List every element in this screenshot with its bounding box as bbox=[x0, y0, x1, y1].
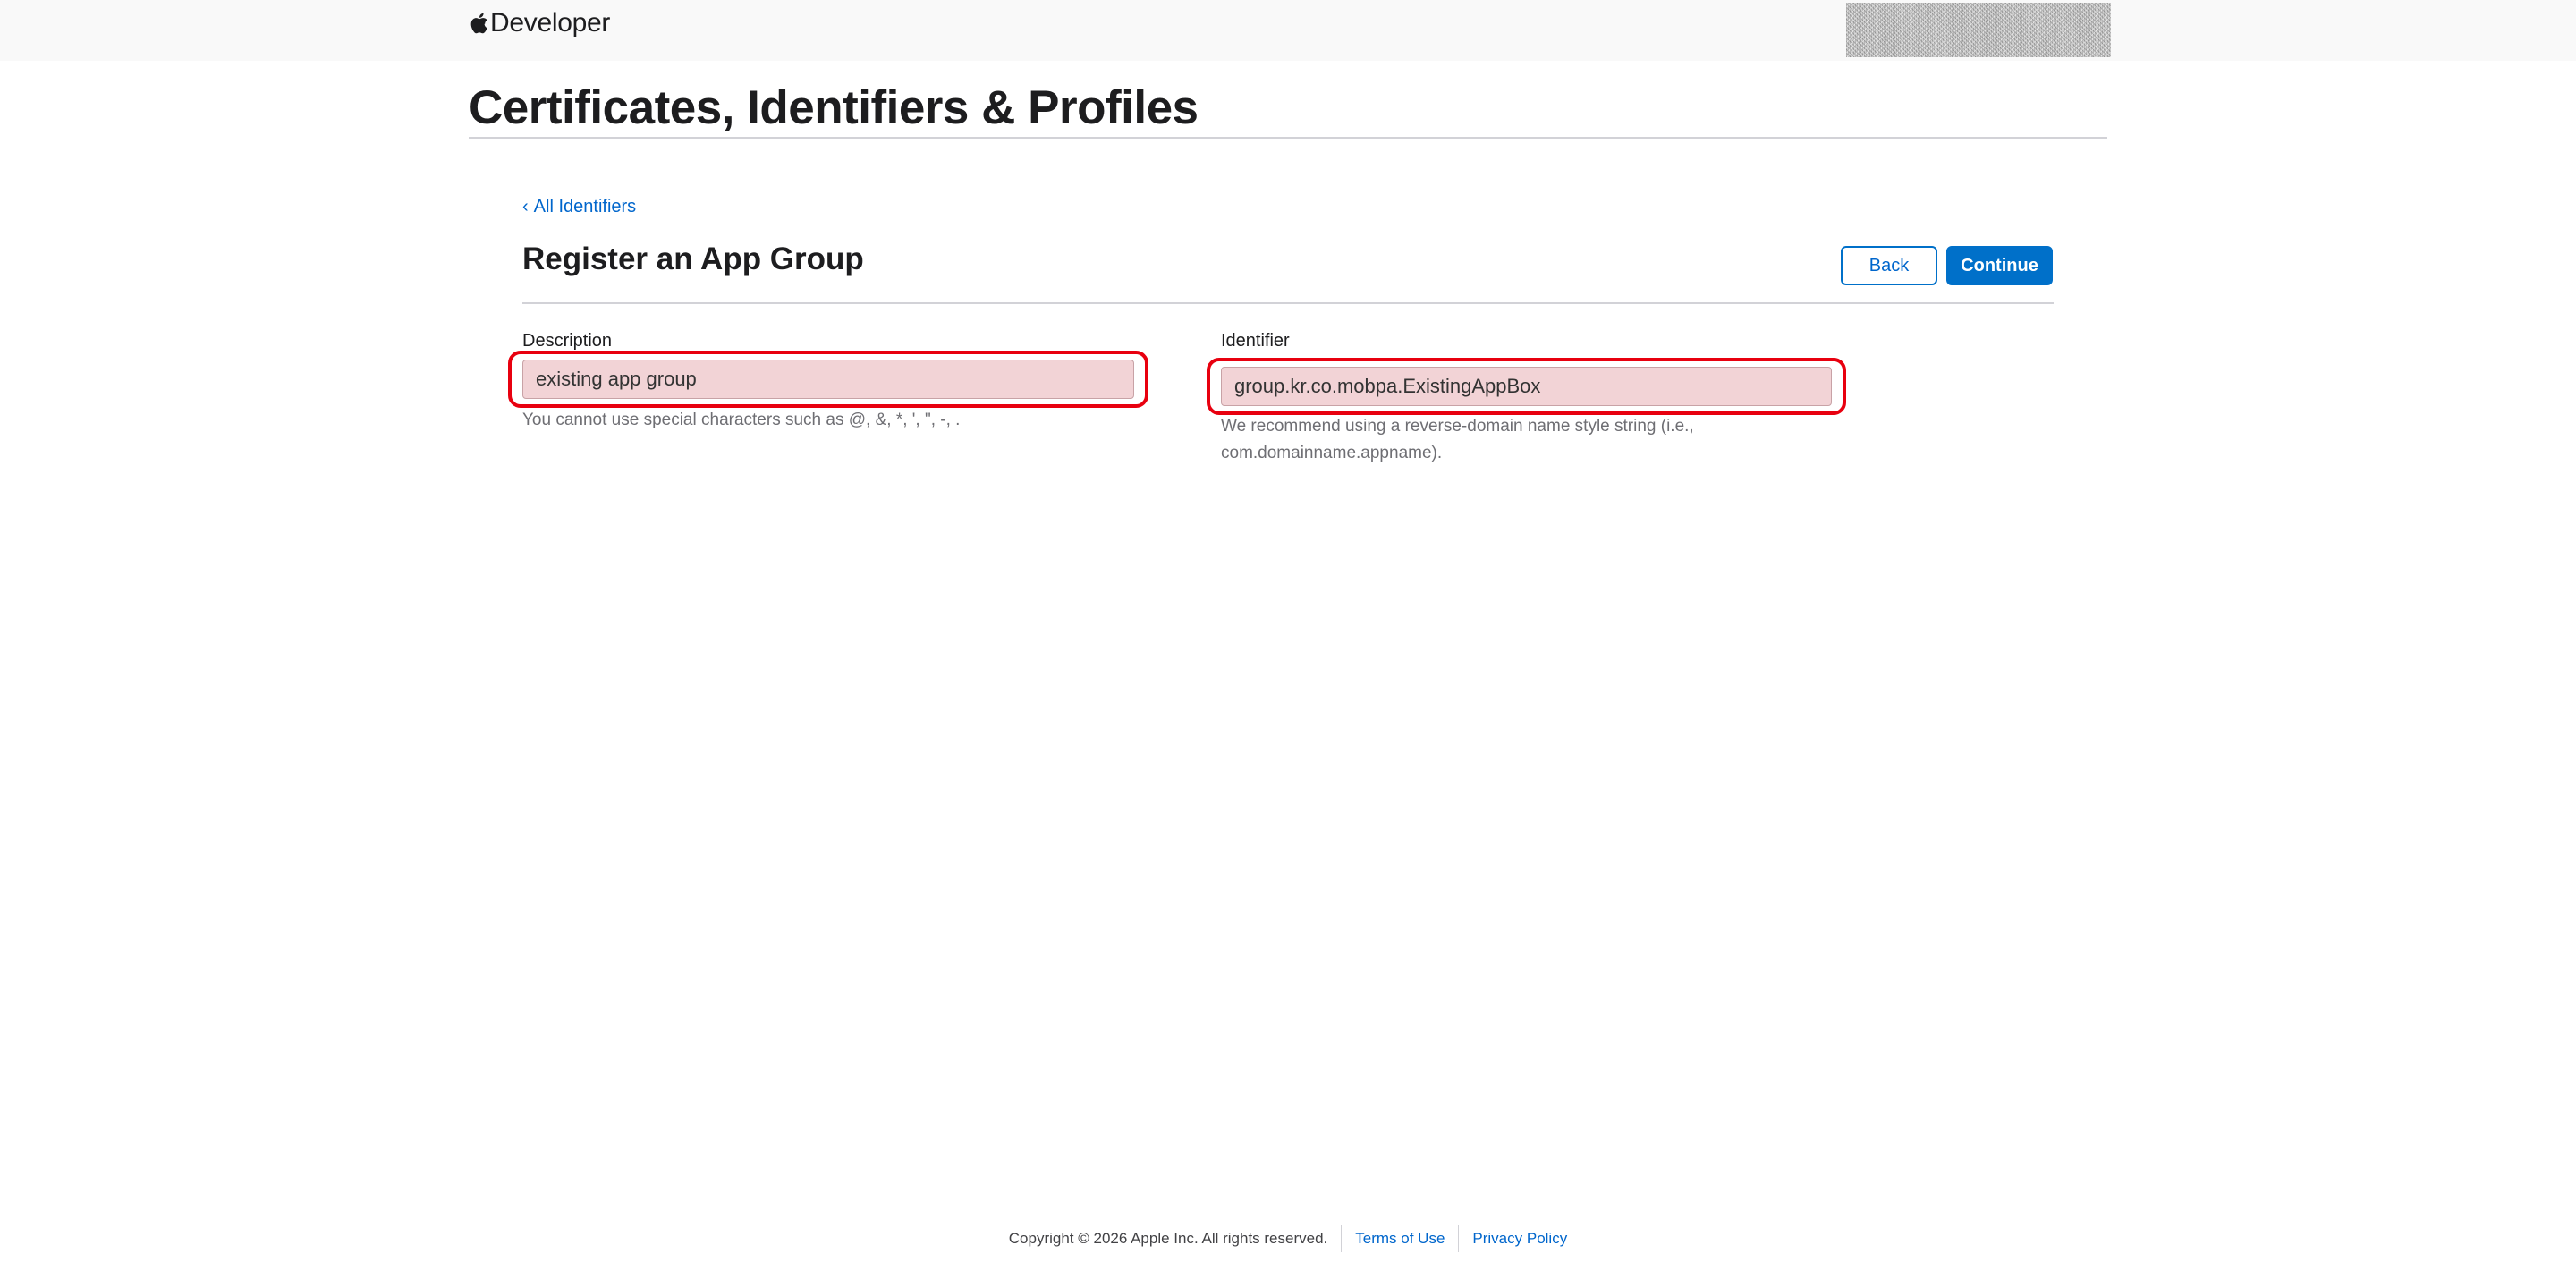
developer-home-link[interactable]: Developer bbox=[469, 7, 610, 39]
back-button[interactable]: Back bbox=[1841, 246, 1937, 285]
description-input[interactable] bbox=[522, 360, 1134, 399]
global-footer: Copyright © 2026 Apple Inc. All rights r… bbox=[0, 1224, 2576, 1254]
terms-of-use-link[interactable]: Terms of Use bbox=[1355, 1230, 1445, 1248]
section-divider bbox=[522, 302, 2054, 304]
identifier-label: Identifier bbox=[1221, 331, 1290, 351]
copyright-text: Copyright © 2026 Apple Inc. All rights r… bbox=[1008, 1230, 1328, 1247]
all-identifiers-label: All Identifiers bbox=[533, 197, 637, 216]
section-title: Register an App Group bbox=[522, 242, 864, 276]
page-title: Certificates, Identifiers & Profiles bbox=[469, 81, 1199, 134]
global-header: Developer bbox=[0, 0, 2576, 61]
identifier-hint: We recommend using a reverse-domain name… bbox=[1221, 417, 1694, 462]
apple-logo-icon bbox=[469, 12, 488, 35]
footer-separator bbox=[1341, 1225, 1343, 1252]
description-label: Description bbox=[522, 331, 613, 351]
page: Developer Certificates, Identifiers & Pr… bbox=[0, 0, 2576, 1288]
brand-label: Developer bbox=[490, 8, 611, 38]
chevron-left-icon: ‹ bbox=[522, 197, 529, 216]
footer-separator bbox=[1458, 1225, 1460, 1252]
identifier-input[interactable] bbox=[1221, 367, 1832, 406]
all-identifiers-link[interactable]: ‹ All Identifiers bbox=[522, 197, 636, 217]
privacy-policy-link[interactable]: Privacy Policy bbox=[1472, 1230, 1567, 1248]
description-hint: You cannot use special characters such a… bbox=[522, 411, 961, 429]
continue-button[interactable]: Continue bbox=[1946, 246, 2053, 285]
account-avatar[interactable] bbox=[1846, 3, 2111, 57]
title-divider bbox=[469, 137, 2107, 139]
